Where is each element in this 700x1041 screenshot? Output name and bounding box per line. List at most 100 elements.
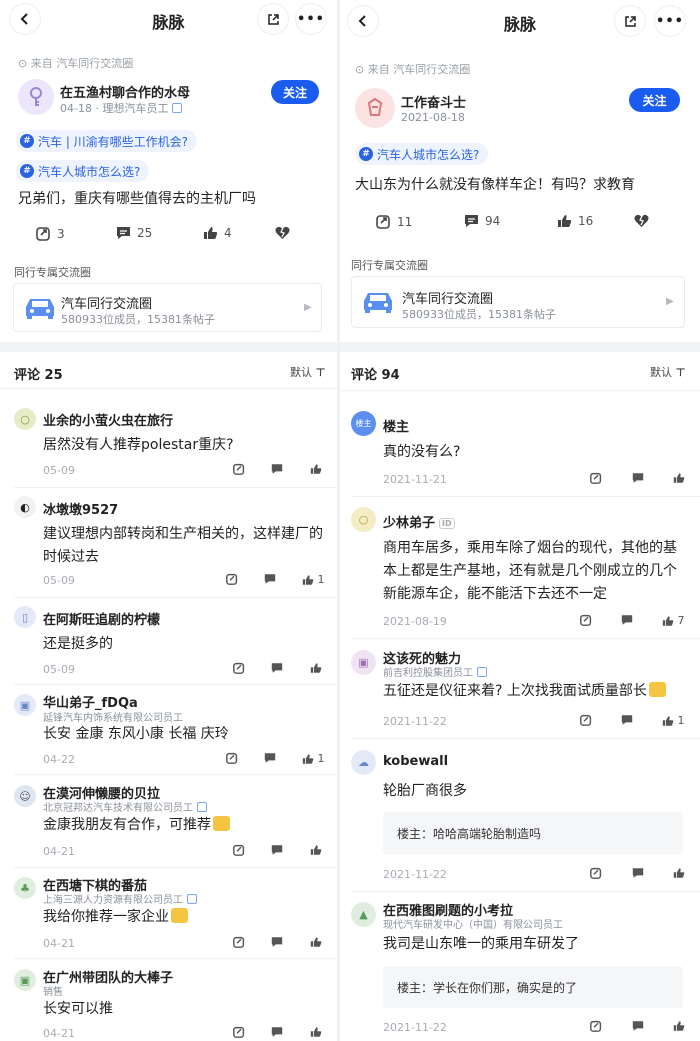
reply-button[interactable]	[271, 1026, 283, 1038]
author-name[interactable]: 在五渔村聊合作的水母	[60, 82, 190, 101]
sort-button[interactable]: 默认 ⊤	[650, 364, 686, 380]
divider	[14, 958, 337, 959]
topic-tag[interactable]: # 汽车人城市怎么选?	[355, 143, 489, 165]
comment-button[interactable]: 94	[464, 214, 500, 228]
avatar[interactable]: ▣	[351, 650, 376, 675]
forward-button[interactable]	[590, 867, 602, 879]
circle-card[interactable]: 汽车同行交流圈 580933位成员，15381条帖子 ▶	[13, 283, 322, 332]
avatar[interactable]: ♣	[14, 877, 36, 899]
comment-button[interactable]: 25	[116, 226, 152, 240]
like-button[interactable]: 7	[662, 614, 685, 627]
avatar[interactable]: ◐	[14, 496, 36, 518]
avatar[interactable]: ○	[14, 408, 36, 430]
reply-preview[interactable]: 楼主：学长在你们那，确实是的了	[383, 966, 683, 1008]
like-button[interactable]: 4	[203, 226, 232, 240]
forward-button[interactable]: 11	[376, 214, 412, 229]
forward-button[interactable]	[233, 1026, 245, 1038]
follow-button[interactable]: 关注	[271, 80, 319, 104]
avatar[interactable]	[355, 88, 395, 128]
comment-author[interactable]: kobewall	[383, 754, 448, 769]
author-name[interactable]: 工作奋斗士	[401, 92, 466, 111]
comment-icon	[632, 868, 644, 878]
comment-icon	[632, 473, 644, 483]
follow-button[interactable]: 关注	[629, 88, 680, 112]
topic-tag[interactable]: # 汽车 | 川渝有哪些工作机会?	[16, 130, 198, 152]
reply-button[interactable]	[621, 714, 633, 726]
like-button[interactable]: 16	[557, 214, 593, 228]
dislike-button[interactable]	[275, 226, 296, 240]
like-button[interactable]	[310, 844, 322, 856]
comment-author[interactable]: 业余的小萤火虫在旅行	[43, 410, 173, 429]
like-count: 1	[317, 752, 325, 765]
reply-button[interactable]	[632, 1020, 644, 1032]
topic-tag[interactable]: # 汽车人城市怎么选?	[16, 160, 150, 182]
like-button[interactable]: 1	[302, 573, 325, 586]
comment-author[interactable]: 楼主	[383, 416, 409, 435]
share-button[interactable]	[615, 6, 645, 36]
forward-button[interactable]	[233, 463, 245, 475]
reply-button[interactable]	[264, 752, 276, 764]
like-count: 16	[578, 214, 594, 228]
comment-company: 延锋汽车内饰系统有限公司员工	[43, 713, 183, 724]
forward-button[interactable]	[590, 1020, 602, 1032]
more-icon: •••	[297, 11, 325, 27]
avatar[interactable]: ☺	[14, 785, 36, 807]
reply-button[interactable]	[264, 573, 276, 585]
like-button[interactable]	[310, 662, 322, 674]
post-source[interactable]: ⊙ 来自 汽车同行交流圈	[18, 55, 133, 71]
more-button[interactable]: •••	[296, 4, 326, 34]
forward-button[interactable]	[580, 714, 592, 726]
verified-icon	[187, 894, 197, 904]
avatar[interactable]	[18, 79, 54, 115]
forward-button[interactable]	[233, 844, 245, 856]
reply-preview[interactable]: 楼主：哈哈高端轮胎制造吗	[383, 812, 683, 854]
forward-icon	[590, 1020, 602, 1032]
like-button[interactable]	[310, 463, 322, 475]
op-avatar[interactable]: 楼主	[351, 411, 376, 436]
like-icon	[310, 464, 322, 474]
circle-card[interactable]: 汽车同行交流圈 580933位成员，15381条帖子 ▶	[351, 276, 685, 328]
avatar[interactable]: ▲	[351, 902, 376, 927]
reply-button[interactable]	[271, 463, 283, 475]
like-button[interactable]	[673, 472, 685, 484]
forward-icon	[233, 662, 245, 674]
forward-button[interactable]	[233, 936, 245, 948]
avatar[interactable]: ▣	[14, 694, 36, 716]
comment-author[interactable]: 在阿斯旺追剧的柠檬	[43, 609, 160, 628]
forward-button[interactable]	[590, 472, 602, 484]
like-button[interactable]	[310, 936, 322, 948]
reply-button[interactable]	[271, 936, 283, 948]
forward-button[interactable]	[233, 662, 245, 674]
forward-button[interactable]: 3	[36, 226, 65, 241]
reply-button[interactable]	[271, 662, 283, 674]
like-button[interactable]	[310, 1026, 322, 1038]
reply-button[interactable]	[632, 472, 644, 484]
reply-button[interactable]	[271, 844, 283, 856]
comment-date: 2021-11-22	[383, 715, 447, 728]
comment-icon	[271, 937, 283, 947]
comment-text: 长安 金康 东风小康 长福 庆玲	[43, 726, 229, 742]
forward-button[interactable]	[226, 573, 238, 585]
like-button[interactable]	[673, 1020, 685, 1032]
dislike-button[interactable]	[634, 214, 655, 228]
like-button[interactable]: 1	[302, 752, 325, 765]
circle-stats: 580933位成员，15381条帖子	[61, 313, 215, 326]
forward-button[interactable]	[226, 752, 238, 764]
avatar[interactable]: ○	[351, 507, 376, 532]
avatar[interactable]: ☁	[351, 750, 376, 775]
reply-button[interactable]	[632, 867, 644, 879]
more-button[interactable]: •••	[655, 6, 685, 36]
hash-icon: #	[20, 164, 34, 178]
forward-button[interactable]	[580, 614, 592, 626]
sort-button[interactable]: 默认 ⊤	[290, 364, 326, 380]
comment-author[interactable]: 少林弟子 ID	[383, 512, 455, 531]
like-button[interactable]	[673, 867, 685, 879]
like-count: 7	[677, 614, 685, 627]
reply-button[interactable]	[621, 614, 633, 626]
avatar[interactable]: ▣	[14, 969, 36, 991]
avatar[interactable]: ▯	[14, 606, 36, 628]
like-button[interactable]: 1	[662, 714, 685, 727]
share-button[interactable]	[258, 4, 288, 34]
comment-author[interactable]: 冰墩墩9527	[43, 499, 118, 518]
post-source[interactable]: ⊙ 来自 汽车同行交流圈	[355, 61, 470, 77]
